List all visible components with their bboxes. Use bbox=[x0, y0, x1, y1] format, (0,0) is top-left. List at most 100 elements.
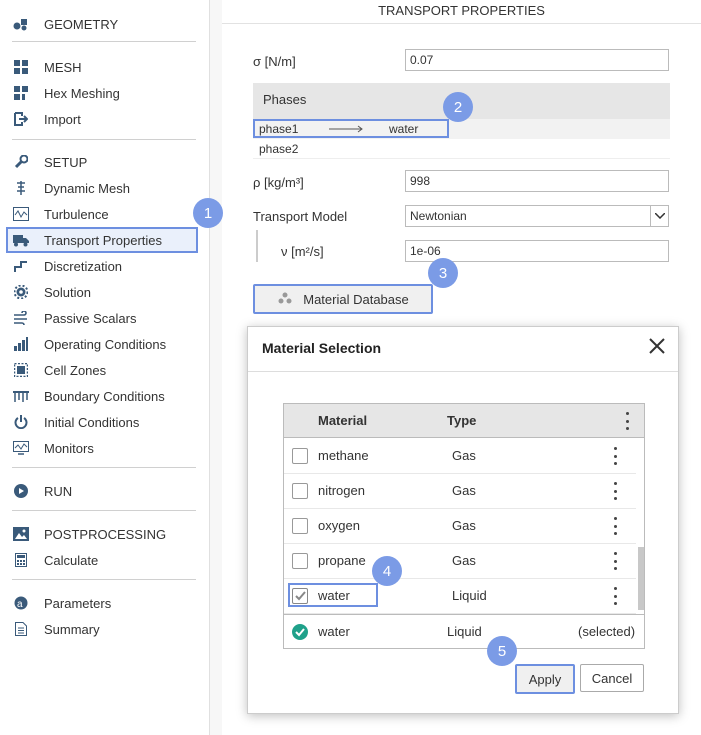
sidebar-item-label: Cell Zones bbox=[44, 362, 107, 378]
sidebar-item-label: Monitors bbox=[44, 440, 94, 456]
sidebar-item-label: POSTPROCESSING bbox=[44, 526, 167, 542]
row-checkbox[interactable] bbox=[292, 483, 308, 499]
sidebar-item-mesh[interactable]: MESH bbox=[0, 54, 200, 80]
nu-label: ν [m²/s] bbox=[281, 244, 324, 259]
column-menu-icon[interactable] bbox=[624, 412, 630, 430]
sidebar-item-label: Solution bbox=[44, 284, 91, 300]
divider bbox=[12, 41, 196, 42]
sidebar-item-monitors[interactable]: Monitors bbox=[0, 435, 200, 461]
parameters-icon: a bbox=[12, 594, 30, 612]
row-menu-icon[interactable] bbox=[612, 552, 618, 570]
type-cell: Gas bbox=[452, 518, 476, 533]
selected-type: Liquid bbox=[447, 624, 482, 639]
sidebar-item-solution[interactable]: Solution bbox=[0, 279, 200, 305]
sidebar-item-label: RUN bbox=[44, 483, 73, 499]
sidebar-item-summary[interactable]: Summary bbox=[0, 616, 200, 642]
transport-model-label: Transport Model bbox=[253, 209, 348, 224]
type-cell: Gas bbox=[452, 553, 476, 568]
divider bbox=[12, 579, 196, 580]
apply-button[interactable]: Apply bbox=[515, 664, 575, 694]
truck-icon bbox=[12, 231, 30, 249]
sidebar-item-boundary-conditions[interactable]: Boundary Conditions bbox=[0, 383, 200, 409]
sidebar-item-operating-conditions[interactable]: Operating Conditions bbox=[0, 331, 200, 357]
type-cell: Gas bbox=[452, 483, 476, 498]
sidebar-item-geometry[interactable]: GEOMETRY bbox=[0, 11, 200, 37]
row-menu-icon[interactable] bbox=[612, 482, 618, 500]
sidebar-item-label: Import bbox=[44, 111, 81, 127]
step-badge-3: 3 bbox=[428, 258, 458, 288]
sidebar-item-setup[interactable]: SETUP bbox=[0, 149, 200, 175]
row-checkbox[interactable] bbox=[292, 448, 308, 464]
sidebar-item-hex-meshing[interactable]: Hex Meshing bbox=[0, 80, 200, 106]
indent-bar bbox=[256, 230, 258, 262]
sidebar-item-turbulence[interactable]: Turbulence bbox=[0, 201, 200, 227]
material-database-button[interactable]: Material Database bbox=[253, 284, 433, 314]
row-checkbox[interactable] bbox=[292, 518, 308, 534]
sidebar-item-label: Parameters bbox=[44, 595, 112, 611]
row-menu-icon[interactable] bbox=[612, 587, 618, 605]
step-badge-5: 5 bbox=[487, 636, 517, 666]
sidebar-item-transport-properties[interactable]: Transport Properties bbox=[6, 227, 198, 253]
material-database-label: Material Database bbox=[303, 291, 409, 307]
column-header-type[interactable]: Type bbox=[447, 413, 476, 428]
import-icon bbox=[12, 110, 30, 128]
sidebar-item-postprocessing[interactable]: POSTPROCESSING bbox=[0, 521, 200, 547]
dialog-title: Material Selection bbox=[262, 340, 382, 356]
check-circle-icon bbox=[292, 624, 308, 643]
type-cell: Gas bbox=[452, 448, 476, 463]
column-header-material[interactable]: Material bbox=[318, 413, 367, 428]
sidebar-item-label: Summary bbox=[44, 621, 100, 637]
scrollbar[interactable] bbox=[638, 547, 644, 610]
selected-material: water bbox=[318, 624, 350, 639]
discretization-icon bbox=[12, 257, 30, 275]
table-row[interactable]: nitrogen Gas bbox=[284, 474, 636, 509]
row-menu-icon[interactable] bbox=[612, 517, 618, 535]
sigma-label: σ [N/m] bbox=[253, 54, 296, 69]
database-icon bbox=[277, 292, 293, 307]
water-row-highlight bbox=[288, 583, 378, 607]
divider bbox=[12, 467, 196, 468]
monitor-icon bbox=[12, 439, 30, 457]
step-badge-1: 1 bbox=[193, 198, 223, 228]
sidebar-item-import[interactable]: Import bbox=[0, 106, 200, 132]
sidebar-item-calculate[interactable]: Calculate bbox=[0, 547, 200, 573]
chevron-down-icon[interactable] bbox=[650, 206, 668, 226]
sidebar-item-label: SETUP bbox=[44, 154, 88, 170]
rho-input[interactable]: 998 bbox=[405, 170, 669, 192]
table-row[interactable]: propane Gas bbox=[284, 544, 636, 579]
material-selection-dialog: Material Selection Material Type methane… bbox=[247, 326, 679, 714]
sidebar-item-parameters[interactable]: a Parameters bbox=[0, 590, 200, 616]
sigma-input[interactable]: 0.07 bbox=[405, 49, 669, 71]
sidebar-item-label: Operating Conditions bbox=[44, 336, 167, 352]
sidebar-item-initial-conditions[interactable]: Initial Conditions bbox=[0, 409, 200, 435]
phase-row-2[interactable]: phase2 bbox=[253, 139, 670, 159]
cancel-button[interactable]: Cancel bbox=[580, 664, 644, 692]
table-row[interactable]: oxygen Gas bbox=[284, 509, 636, 544]
sidebar-item-run[interactable]: RUN bbox=[0, 478, 200, 504]
sidebar-item-label: Hex Meshing bbox=[44, 85, 120, 101]
table-row[interactable]: methane Gas bbox=[284, 439, 636, 474]
dynamic-mesh-icon bbox=[12, 179, 30, 197]
sidebar-item-dynamic-mesh[interactable]: Dynamic Mesh bbox=[0, 175, 200, 201]
selected-status: (selected) bbox=[578, 624, 636, 639]
step-badge-4: 4 bbox=[372, 556, 402, 586]
sidebar-item-discretization[interactable]: Discretization bbox=[0, 253, 200, 279]
table-header: Material Type bbox=[284, 404, 644, 438]
phase-name: phase2 bbox=[259, 142, 299, 156]
gear-icon bbox=[12, 283, 30, 301]
material-cell: oxygen bbox=[318, 518, 360, 533]
wind-icon bbox=[12, 309, 30, 327]
sidebar-item-passive-scalars[interactable]: Passive Scalars bbox=[0, 305, 200, 331]
geometry-icon bbox=[12, 15, 30, 33]
sidebar-item-label: Dynamic Mesh bbox=[44, 180, 130, 196]
close-icon[interactable] bbox=[646, 335, 668, 357]
sidebar-item-cell-zones[interactable]: Cell Zones bbox=[0, 357, 200, 383]
row-menu-icon[interactable] bbox=[612, 447, 618, 465]
document-icon bbox=[12, 620, 30, 638]
play-icon bbox=[12, 482, 30, 500]
rho-label: ρ [kg/m³] bbox=[253, 175, 304, 190]
transport-model-select[interactable]: Newtonian bbox=[405, 205, 669, 227]
sidebar-item-label: Transport Properties bbox=[44, 232, 163, 248]
boundary-icon bbox=[12, 387, 30, 405]
row-checkbox[interactable] bbox=[292, 553, 308, 569]
